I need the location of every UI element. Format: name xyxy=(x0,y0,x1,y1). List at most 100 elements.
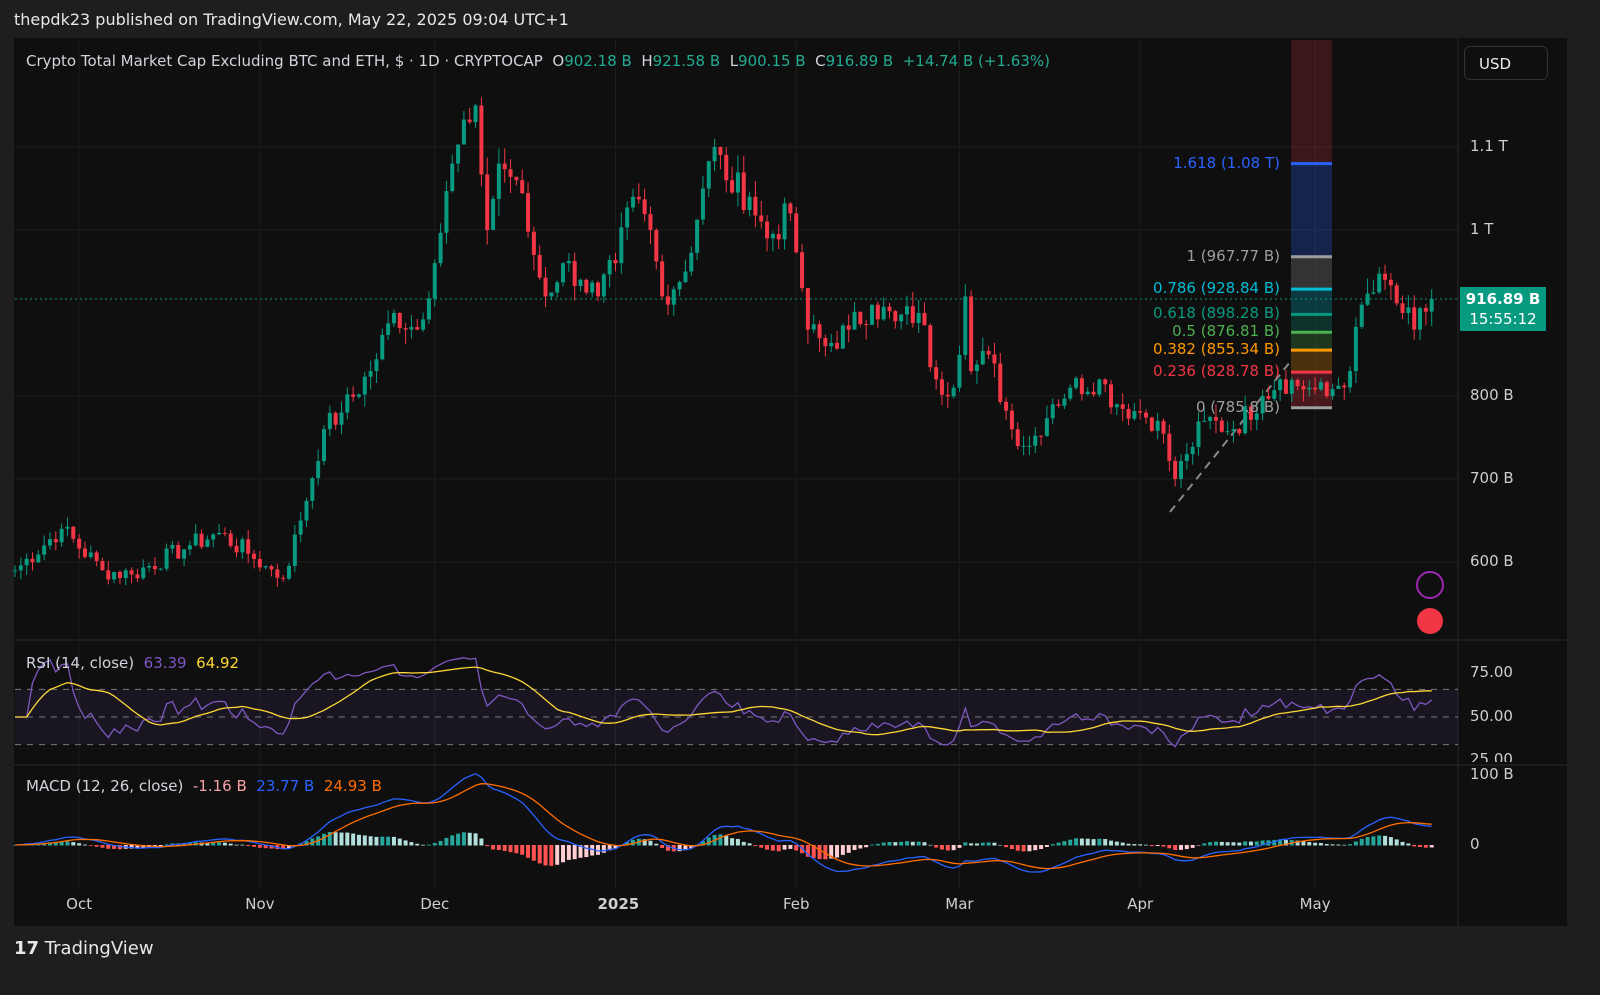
candle-body xyxy=(1184,454,1189,461)
candle-body xyxy=(217,532,222,535)
macd-histogram-bar xyxy=(65,841,70,846)
macd-histogram-bar xyxy=(747,843,752,846)
close-value: 916.89 B xyxy=(825,52,894,70)
candle-body xyxy=(695,219,700,253)
candle-body xyxy=(1394,285,1399,304)
macd-tick: 0 xyxy=(1470,835,1480,853)
candle-body xyxy=(135,574,140,579)
candle-body xyxy=(94,552,99,562)
candle-body xyxy=(619,227,624,264)
candle-body xyxy=(665,296,670,305)
candle-body xyxy=(735,172,740,193)
macd-histogram-bar xyxy=(1359,838,1364,846)
candle-body xyxy=(642,199,647,215)
macd-histogram-bar xyxy=(432,843,437,846)
candle-body xyxy=(1289,379,1294,394)
macd-histogram-bar xyxy=(718,834,723,846)
candle-body xyxy=(969,296,974,372)
candle-body xyxy=(129,570,134,575)
macd-histogram-bar xyxy=(1039,845,1044,850)
candle-body xyxy=(199,533,204,547)
macd-histogram-bar xyxy=(601,845,606,853)
candle-body xyxy=(24,558,29,566)
macd-histogram-bar xyxy=(1383,835,1388,846)
candle-body xyxy=(1318,382,1323,390)
macd-histogram-bar xyxy=(788,845,793,849)
candle-body xyxy=(368,371,373,377)
macd-histogram-bar xyxy=(561,845,566,863)
candle-body xyxy=(438,232,443,264)
candle-body xyxy=(1085,391,1090,395)
candle-body xyxy=(1301,386,1306,390)
candle-body xyxy=(747,196,752,210)
macd-histogram-bar xyxy=(1307,842,1312,846)
macd-histogram-bar xyxy=(1149,845,1154,847)
time-axis-tick: Mar xyxy=(945,895,974,913)
macd-histogram-bar xyxy=(82,844,87,846)
fib-zone xyxy=(1291,332,1332,351)
macd-histogram-bar xyxy=(648,840,653,846)
symbol-name: Crypto Total Market Cap Excluding BTC an… xyxy=(26,52,543,70)
candle-body xyxy=(1167,433,1172,461)
macd-histogram-bar xyxy=(566,845,571,860)
macd-histogram-bar xyxy=(403,840,408,846)
candle-body xyxy=(724,154,729,181)
candle-body xyxy=(112,571,117,580)
candle-body xyxy=(1313,387,1318,390)
candle-body xyxy=(852,311,857,330)
candle-body xyxy=(555,282,560,293)
candle-body xyxy=(316,461,321,479)
macd-histogram-bar xyxy=(1365,837,1370,846)
candle-body xyxy=(974,364,979,372)
candle-body xyxy=(1074,378,1079,388)
candle-body xyxy=(327,412,332,430)
macd-histogram-bar xyxy=(1324,843,1329,846)
macd-histogram-bar xyxy=(1091,839,1096,846)
candle-body xyxy=(246,539,251,554)
macd-histogram-bar xyxy=(1377,835,1382,846)
macd-histogram-bar xyxy=(479,838,484,846)
macd-histogram-bar xyxy=(1243,841,1248,846)
candle-body xyxy=(496,163,501,199)
candle-body xyxy=(677,282,682,290)
macd-histogram-bar xyxy=(660,845,665,849)
candle-body xyxy=(287,565,292,579)
candle-body xyxy=(47,539,52,546)
candle-body xyxy=(823,338,828,347)
macd-histogram-bar xyxy=(1254,841,1259,846)
candle-body xyxy=(275,569,280,578)
macd-histogram-bar xyxy=(415,843,420,846)
candle-body xyxy=(485,174,490,230)
macd-histogram-bar xyxy=(951,845,956,851)
candle-body xyxy=(1062,398,1067,406)
macd-histogram-bar xyxy=(1394,839,1399,846)
time-axis-tick: May xyxy=(1299,895,1331,913)
candle-body xyxy=(1155,420,1160,431)
candle-body xyxy=(572,260,577,287)
currency-button[interactable]: USD xyxy=(1464,46,1548,80)
candle-body xyxy=(881,306,886,320)
candle-body xyxy=(13,570,17,572)
candle-body xyxy=(362,376,367,395)
candle-body xyxy=(164,548,169,569)
macd-histogram-bar xyxy=(228,843,233,846)
chart-canvas[interactable] xyxy=(0,0,1600,995)
candle-body xyxy=(992,354,997,364)
candle-body xyxy=(689,252,694,272)
macd-histogram-bar xyxy=(1021,845,1026,852)
macd-histogram-bar xyxy=(759,845,764,848)
macd-histogram-bar xyxy=(864,845,869,848)
macd-histogram-bar xyxy=(846,845,851,853)
candle-body xyxy=(228,533,233,546)
macd-histogram-bar xyxy=(1353,841,1358,846)
candle-body xyxy=(1103,379,1108,385)
macd-histogram-bar xyxy=(520,845,525,855)
time-axis-tick: Dec xyxy=(420,895,450,913)
candle-body xyxy=(963,296,968,355)
candle-body xyxy=(1149,417,1154,431)
macd-histogram-bar xyxy=(374,836,379,846)
candle-body xyxy=(450,163,455,192)
candle-body xyxy=(152,565,157,570)
macd-histogram-bar xyxy=(1219,841,1224,846)
candle-body xyxy=(765,221,770,239)
